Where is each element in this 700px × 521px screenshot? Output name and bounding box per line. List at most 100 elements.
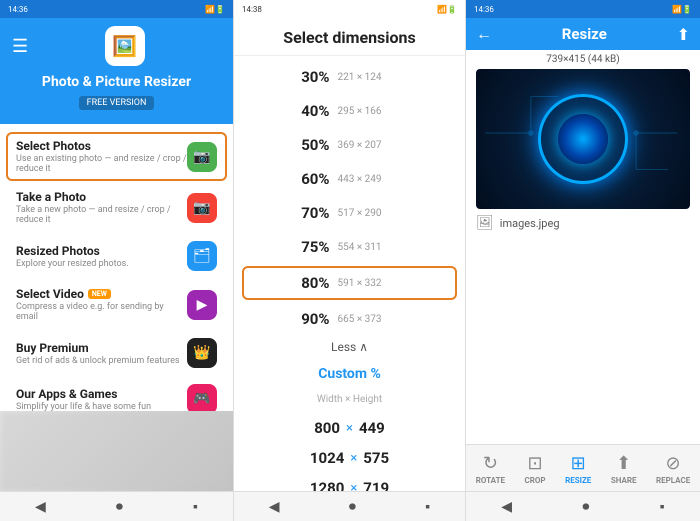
wh-item-800[interactable]: 800 × 449 xyxy=(234,413,465,443)
dim-percent-70: 70% xyxy=(292,204,330,222)
less-button[interactable]: Less ∧ xyxy=(234,336,465,358)
panel1-menu: Select Photos Use an existing photo — an… xyxy=(0,124,233,411)
share-icon: ⬆ xyxy=(616,453,631,474)
panel3-nav-bar: ◀ ⏺ ▪ xyxy=(466,491,700,521)
select-video-title: Select Video NEW xyxy=(16,287,187,301)
share-header-icon[interactable]: ⬆ xyxy=(677,25,690,44)
select-video-icon: ▶ xyxy=(187,290,217,320)
dim-size-30: 221 × 124 xyxy=(338,72,408,83)
dim-item-90[interactable]: 90% 665 × 373 xyxy=(234,302,465,336)
custom-percent-button[interactable]: Custom % xyxy=(234,358,465,390)
panel-photo-resizer: 14:36 📶🔋 ☰ 🖼️ Photo & Picture Resizer FR… xyxy=(0,0,233,521)
wh-item-1024[interactable]: 1024 × 575 xyxy=(234,443,465,473)
menu-item-our-apps[interactable]: Our Apps & Games Simplify your life & ha… xyxy=(6,377,227,411)
wh-list: 800 × 449 1024 × 575 1280 × 719 1600 × 8… xyxy=(234,409,465,491)
panel3-spacer xyxy=(466,237,700,444)
p3-nav-square[interactable]: ▪ xyxy=(660,498,665,515)
back-icon[interactable]: ← xyxy=(476,24,492,44)
p2-nav-home[interactable]: ⏺ xyxy=(349,499,356,515)
dim-percent-30: 30% xyxy=(292,68,330,86)
take-photo-icon: 📷 xyxy=(187,193,217,223)
dim-size-40: 295 × 166 xyxy=(338,106,408,117)
dim-item-60[interactable]: 60% 443 × 249 xyxy=(234,162,465,196)
select-photos-subtitle: Use an existing photo — and resize / cro… xyxy=(16,154,187,174)
wh-height-719: 719 xyxy=(363,479,389,491)
p2-nav-back[interactable]: ◀ xyxy=(269,499,280,515)
image-info: 739×415 (44 kB) xyxy=(466,50,700,69)
tech-inner xyxy=(558,114,608,164)
panel3-toolbar: ↻ ROTATE ⊡ CROP ⊞ RESIZE ⬆ SHARE ⊘ REPLA… xyxy=(466,444,700,491)
panel-select-dimensions: 14:38 📶🔋 Select dimensions 30% 221 × 124… xyxy=(233,0,466,521)
p3-nav-home[interactable]: ⏺ xyxy=(582,499,589,515)
take-photo-text: Take a Photo Take a new photo — and resi… xyxy=(16,190,187,225)
select-video-text: Select Video NEW Compress a video e.g. f… xyxy=(16,287,187,322)
dim-size-50: 369 × 207 xyxy=(338,140,408,151)
our-apps-title: Our Apps & Games xyxy=(16,387,187,401)
wh-item-1280[interactable]: 1280 × 719 xyxy=(234,473,465,491)
wh-x-3: × xyxy=(350,481,357,492)
panel2-time: 14:38 xyxy=(242,5,262,14)
our-apps-icon: 🎮 xyxy=(187,384,217,411)
toolbar-share[interactable]: ⬆ SHARE xyxy=(605,451,643,487)
file-icon: 🖼 xyxy=(476,215,494,231)
dim-item-40[interactable]: 40% 295 × 166 xyxy=(234,94,465,128)
header-top-bar: ☰ 🖼️ xyxy=(12,26,221,66)
p3-nav-back[interactable]: ◀ xyxy=(501,499,512,515)
rotate-label: ROTATE xyxy=(476,476,505,485)
tech-circle xyxy=(538,94,628,184)
resized-photos-subtitle: Explore your resized photos. xyxy=(16,259,187,269)
nav-square-btn[interactable]: ▪ xyxy=(193,498,198,515)
wh-height-449: 449 xyxy=(359,419,385,437)
take-photo-title: Take a Photo xyxy=(16,190,187,204)
free-version-badge: FREE VERSION xyxy=(79,96,155,110)
menu-item-select-photos-text: Select Photos Use an existing photo — an… xyxy=(16,139,187,174)
panel1-status-icons: 📶🔋 xyxy=(205,5,225,14)
nav-home-btn[interactable]: ⏺ xyxy=(116,499,123,515)
dim-percent-80: 80% xyxy=(292,274,330,292)
share-label: SHARE xyxy=(611,476,637,485)
blur-overlay xyxy=(0,411,233,491)
dim-item-70[interactable]: 70% 517 × 290 xyxy=(234,196,465,230)
nav-back-btn[interactable]: ◀ xyxy=(35,499,46,515)
panel1-nav-bar: ◀ ⏺ ▪ xyxy=(0,491,233,521)
hamburger-icon[interactable]: ☰ xyxy=(12,36,28,57)
dimensions-list: 30% 221 × 124 40% 295 × 166 50% 369 × 20… xyxy=(234,56,465,491)
buy-premium-icon: 👑 xyxy=(187,338,217,368)
resized-photos-title: Resized Photos xyxy=(16,244,187,258)
toolbar-crop[interactable]: ⊡ CROP xyxy=(519,451,552,487)
panel2-title: Select dimensions xyxy=(234,18,465,56)
crop-label: CROP xyxy=(525,476,546,485)
menu-item-take-photo[interactable]: Take a Photo Take a new photo — and resi… xyxy=(6,183,227,232)
panel2-statusbar: 14:38 📶🔋 xyxy=(234,0,465,18)
panel3-time: 14:36 xyxy=(474,5,494,14)
panel1-statusbar: 14:36 📶🔋 xyxy=(0,0,233,18)
resize-label: RESIZE xyxy=(565,476,591,485)
our-apps-text: Our Apps & Games Simplify your life & ha… xyxy=(16,387,187,412)
app-icon: 🖼️ xyxy=(105,26,145,66)
toolbar-replace[interactable]: ⊘ REPLACE xyxy=(650,451,696,487)
menu-item-buy-premium[interactable]: Buy Premium Get rid of ads & unlock prem… xyxy=(6,331,227,375)
file-info: 🖼 images.jpeg xyxy=(466,209,700,237)
menu-item-resized-photos[interactable]: Resized Photos Explore your resized phot… xyxy=(6,234,227,278)
dim-item-50[interactable]: 50% 369 × 207 xyxy=(234,128,465,162)
p2-nav-square[interactable]: ▪ xyxy=(425,498,430,515)
select-photos-icon: 📷 xyxy=(187,142,217,172)
dim-percent-40: 40% xyxy=(292,102,330,120)
dim-size-75: 554 × 311 xyxy=(338,242,408,253)
dim-item-30[interactable]: 30% 221 × 124 xyxy=(234,60,465,94)
replace-label: REPLACE xyxy=(656,476,690,485)
new-badge: NEW xyxy=(88,289,111,299)
menu-item-select-photos[interactable]: Select Photos Use an existing photo — an… xyxy=(6,132,227,181)
toolbar-rotate[interactable]: ↻ ROTATE xyxy=(470,451,511,487)
toolbar-resize[interactable]: ⊞ RESIZE xyxy=(559,451,597,487)
crop-icon: ⊡ xyxy=(528,453,543,474)
dim-size-80: 591 × 332 xyxy=(338,278,408,289)
our-apps-subtitle: Simplify your life & have some fun xyxy=(16,402,187,412)
wh-label: Width × Height xyxy=(234,390,465,409)
dim-item-80[interactable]: 80% 591 × 332 xyxy=(242,266,457,300)
menu-item-select-video[interactable]: Select Video NEW Compress a video e.g. f… xyxy=(6,280,227,329)
resized-photos-icon: 🗂 xyxy=(187,241,217,271)
dim-item-75[interactable]: 75% 554 × 311 xyxy=(234,230,465,264)
dim-percent-90: 90% xyxy=(292,310,330,328)
panel3-status-icons: 📶🔋 xyxy=(672,5,692,14)
